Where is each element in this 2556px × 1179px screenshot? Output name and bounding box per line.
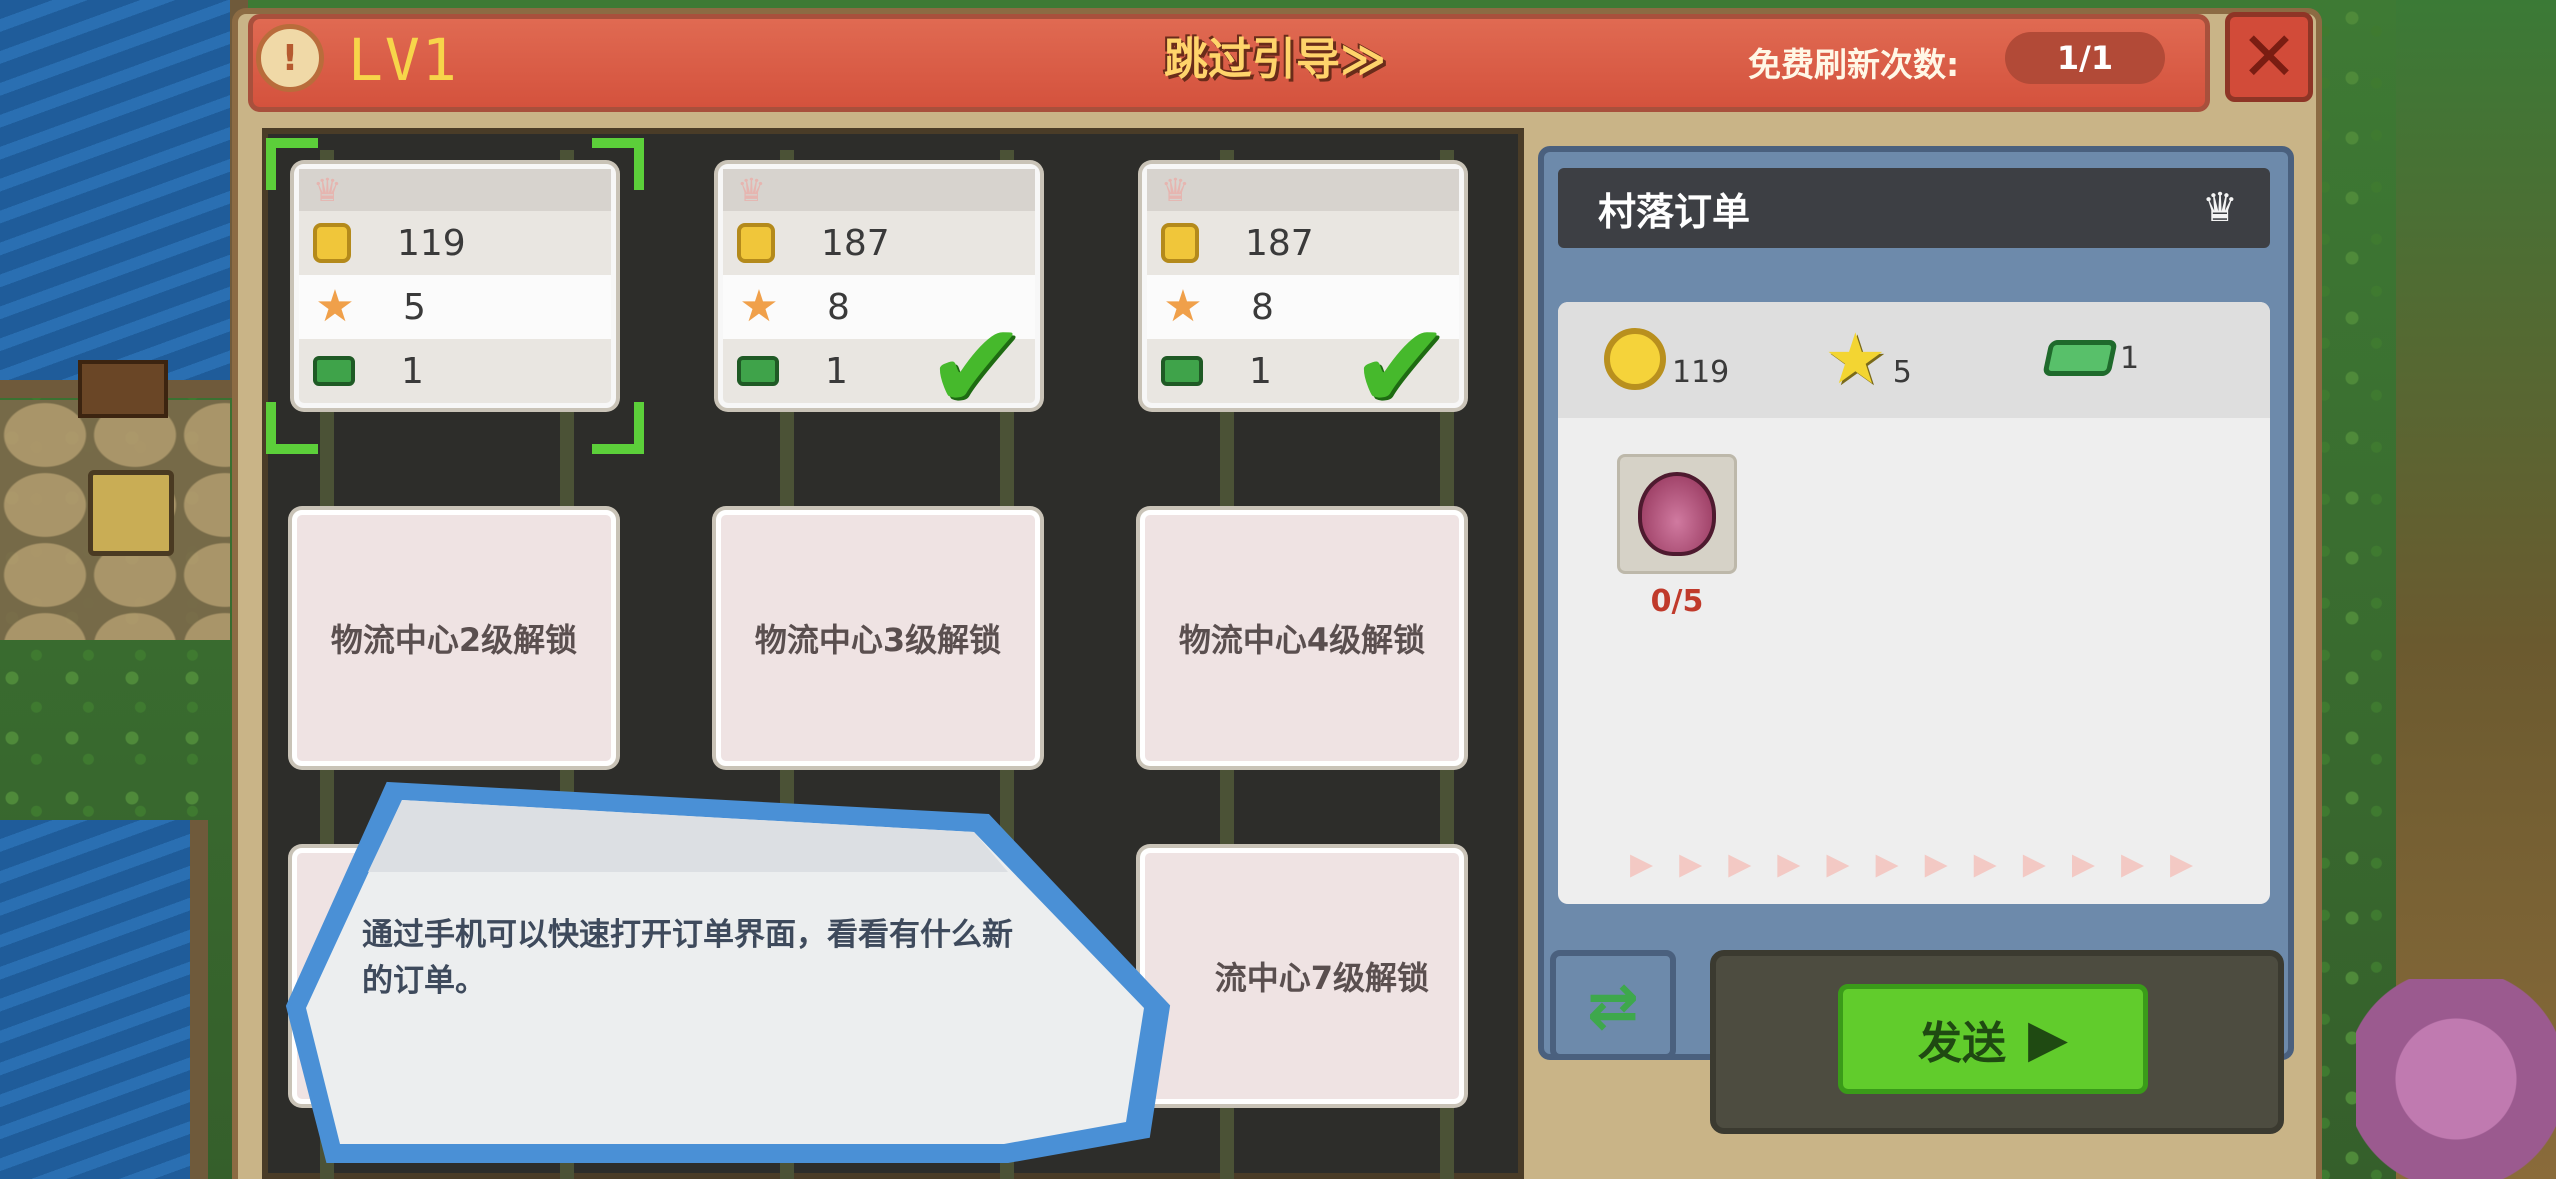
star-icon: ★: [1824, 318, 1887, 400]
order-coins: 187: [821, 222, 890, 264]
background-pond-top: [0, 0, 248, 398]
skip-guide-button[interactable]: 跳过引导≫: [1160, 24, 1390, 86]
selection-corner-icon: [266, 402, 318, 454]
chef-hat-icon: ♛: [2202, 185, 2238, 231]
chef-hat-icon: ♛: [1161, 171, 1190, 209]
selection-corner-icon: [592, 402, 644, 454]
background-mailbox: [88, 470, 174, 556]
cash-icon: [1161, 356, 1203, 386]
locked-order-slot: 物流中心3级解锁: [716, 510, 1040, 766]
locked-order-slot: 物流中心4级解锁: [1140, 510, 1464, 766]
coin-icon: [737, 223, 775, 263]
level-label: LV1: [348, 26, 459, 94]
order-stars: 8: [1251, 286, 1274, 328]
order-card-1[interactable]: ♛ 119 ★ 5 1: [294, 164, 616, 408]
order-cash: 1: [401, 350, 424, 392]
cash-icon: [737, 356, 779, 386]
cash-icon: [313, 356, 355, 386]
reward-cash: 1: [2042, 340, 2140, 376]
background-signpost: [78, 360, 168, 418]
order-coins: 119: [397, 222, 466, 264]
coin-icon: [1604, 328, 1666, 390]
onion-icon: [1638, 472, 1716, 556]
checkmark-icon: ✔: [1350, 298, 1451, 437]
free-refresh-label: 免费刷新次数:: [1748, 45, 1960, 84]
tutorial-text-line2: 的订单。: [362, 963, 486, 999]
coin-icon: [313, 223, 351, 263]
detail-title: 村落订单: [1558, 168, 2270, 248]
star-icon: ★: [739, 281, 779, 332]
play-arrow-icon: ▶: [2028, 1009, 2068, 1069]
close-button[interactable]: ✕: [2225, 12, 2313, 102]
background-pond-bottom: [0, 820, 208, 1179]
star-icon: ★: [315, 281, 355, 332]
reward-stars: ★ 5: [1824, 318, 1912, 400]
selection-corner-icon: [266, 138, 318, 190]
chef-hat-icon: ♛: [737, 171, 766, 209]
arrow-decoration: ▸ ▸ ▸ ▸ ▸ ▸ ▸ ▸ ▸ ▸ ▸ ▸: [1630, 835, 2194, 889]
reward-cash-value: 1: [2120, 341, 2140, 376]
selection-corner-icon: [592, 138, 644, 190]
star-icon: ★: [1163, 281, 1203, 332]
order-coins: 187: [1245, 222, 1314, 264]
cash-icon: [2042, 340, 2118, 376]
reward-coins-value: 119: [1672, 355, 1730, 390]
reward-stars-value: 5: [1892, 355, 1912, 390]
reward-coins: 119: [1604, 328, 1729, 390]
order-cash: 1: [825, 350, 848, 392]
chef-hat-icon: ♛: [313, 171, 342, 209]
coin-icon: [1161, 223, 1199, 263]
tutorial-text-line1: 通过手机可以快速打开订单界面，看看有什么新: [362, 917, 1013, 953]
background-cherry-tree: [2356, 979, 2556, 1179]
tutorial-text: 通过手机可以快速打开订单界面，看看有什么新 的订单。: [362, 912, 1102, 1004]
send-button[interactable]: 发送 ▶: [1838, 984, 2148, 1094]
free-refresh-count: 1/1: [2005, 32, 2165, 84]
required-item-slot[interactable]: [1617, 454, 1737, 574]
order-stars: 5: [403, 286, 426, 328]
order-cash: 1: [1249, 350, 1272, 392]
locked-order-slot: 物流中心2级解锁: [292, 510, 616, 766]
refresh-order-button[interactable]: ⇄: [1550, 950, 1676, 1060]
item-progress: 0/5: [1650, 584, 1704, 619]
order-stars: 8: [827, 286, 850, 328]
checkmark-icon: ✔: [926, 298, 1027, 437]
level-info-icon[interactable]: !: [256, 24, 324, 92]
send-label: 发送: [1918, 1018, 2006, 1069]
